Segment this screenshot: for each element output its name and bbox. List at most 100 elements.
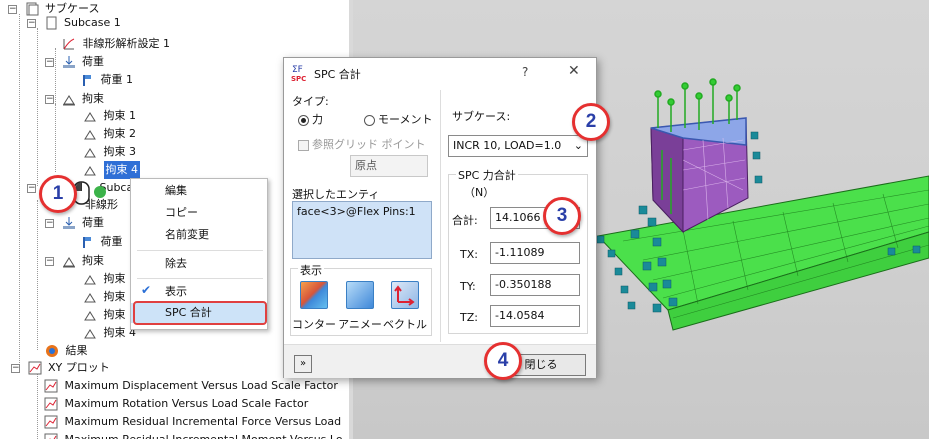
constraint-icon bbox=[83, 127, 97, 141]
menu-separator bbox=[137, 278, 263, 279]
tree-item-constraint[interactable]: 拘束 bbox=[83, 270, 126, 288]
constraint-icon bbox=[83, 326, 97, 340]
collapse-toggle-icon[interactable]: − bbox=[45, 218, 54, 228]
menu-item-remove[interactable]: 除去 bbox=[131, 254, 267, 274]
tree-item-load-1[interactable]: 荷重 1 bbox=[80, 71, 133, 89]
tz-value: -14.0584 bbox=[490, 305, 580, 327]
tree-item-xy-plot[interactable]: Maximum Displacement Versus Load Scale F… bbox=[44, 377, 338, 395]
collapse-toggle-icon[interactable]: − bbox=[27, 18, 36, 28]
constraint-icon bbox=[83, 109, 97, 123]
load-flag-icon bbox=[80, 73, 94, 87]
radio-moment-label: モーメント bbox=[378, 113, 433, 126]
tree-item-label: 拘束 bbox=[82, 92, 104, 105]
document-icon bbox=[44, 16, 58, 30]
subcase-select[interactable]: INCR 10, LOAD=1.0 ⌄ bbox=[448, 135, 588, 157]
tree-item-xy-plot[interactable]: Maximum Residual Incremental Moment Vers… bbox=[44, 431, 343, 439]
tree-guide-line bbox=[37, 372, 38, 439]
collapse-toggle-icon[interactable]: − bbox=[45, 94, 54, 104]
tx-value: -1.11089 bbox=[490, 242, 580, 264]
menu-item-rename[interactable]: 名前変更 bbox=[131, 225, 267, 245]
callout-2: 2 bbox=[572, 103, 610, 141]
tree-item-constraint-2[interactable]: 拘束 2 bbox=[83, 125, 136, 143]
menu-separator bbox=[137, 250, 263, 251]
tree-guide-line bbox=[55, 104, 56, 172]
tree-item-label: 荷重 1 bbox=[100, 73, 134, 86]
selected-entity-label: 選択したエンティ bbox=[292, 188, 380, 201]
load-icon bbox=[62, 55, 76, 69]
tree-item-xy-plot[interactable]: Maximum Rotation Versus Load Scale Facto… bbox=[44, 395, 308, 413]
close-icon[interactable]: ✕ bbox=[568, 63, 580, 79]
results-icon bbox=[45, 344, 59, 358]
menu-item-edit[interactable]: 編集 bbox=[131, 181, 267, 201]
constraint-icon bbox=[83, 272, 97, 286]
radio-moment[interactable]: モーメント bbox=[364, 111, 433, 127]
ref-grid-point-checkbox[interactable]: 参照グリッド ポイント bbox=[298, 136, 426, 152]
tree-item-label: 荷重 bbox=[100, 235, 123, 248]
tree-item-label: 拘束 bbox=[82, 254, 104, 267]
tree-item-xy-plots[interactable]: − XY プロット bbox=[11, 359, 110, 377]
tree-item-label: 荷重 bbox=[82, 55, 104, 68]
menu-item-copy[interactable]: コピー bbox=[131, 203, 267, 223]
subcase-label: サブケース: bbox=[452, 110, 511, 123]
tree-item-label: XY プロット bbox=[48, 361, 110, 374]
tree-item-loads-2[interactable]: − 荷重 bbox=[45, 214, 104, 232]
tree-item-label: Maximum Residual Incremental Moment Vers… bbox=[65, 431, 343, 439]
radio-force[interactable]: 力 bbox=[298, 111, 323, 127]
animate-button[interactable] bbox=[346, 281, 374, 309]
spc-force-group-title: SPC 力合計 bbox=[456, 167, 518, 183]
tree-item-constraints-2[interactable]: − 拘束 bbox=[45, 252, 104, 270]
constraint-icon bbox=[83, 145, 97, 159]
ty-label: TY: bbox=[460, 280, 476, 293]
collapse-toggle-icon[interactable]: − bbox=[45, 57, 54, 67]
menu-item-show[interactable]: 表示 bbox=[131, 282, 267, 302]
tree-item-results[interactable]: 結果 bbox=[45, 342, 88, 360]
tree-item-label: 荷重 bbox=[82, 216, 104, 229]
tree-item-constraint[interactable]: 拘束 bbox=[83, 288, 126, 306]
tree-item-label: 非線形解析設定 1 bbox=[82, 37, 171, 50]
tree-item-label: 拘束 bbox=[103, 308, 126, 321]
tree-item-constraint-4-selected[interactable]: 拘束 4 bbox=[83, 161, 140, 179]
tree-item-label: 拘束 bbox=[103, 290, 126, 303]
origin-field[interactable]: 原点 bbox=[350, 155, 428, 177]
column-divider bbox=[440, 90, 441, 342]
tree-item-label: Maximum Residual Incremental Force Versu… bbox=[64, 415, 342, 428]
subcase-select-value: INCR 10, LOAD=1.0 bbox=[453, 139, 562, 152]
xy-plot-icon bbox=[44, 397, 58, 411]
xy-plot-icon bbox=[28, 361, 42, 375]
help-icon[interactable]: ? bbox=[522, 65, 528, 79]
collapse-toggle-icon[interactable]: − bbox=[11, 363, 20, 373]
selected-entity-list[interactable]: face<3>@Flex Pins:1 bbox=[292, 201, 432, 259]
tree-item-xy-plot[interactable]: Maximum Residual Incremental Force Versu… bbox=[44, 413, 341, 431]
tree-item-subcase-1[interactable]: − Subcase 1 bbox=[27, 14, 121, 32]
xy-plot-icon bbox=[44, 379, 58, 393]
xy-plot-icon bbox=[44, 415, 58, 429]
contour-button[interactable] bbox=[300, 281, 328, 309]
tree-item-constraint-4-b[interactable]: 拘束 4 bbox=[83, 324, 136, 342]
tree-item-label: Maximum Rotation Versus Load Scale Facto… bbox=[64, 397, 309, 410]
ty-value: -0.350188 bbox=[490, 274, 580, 296]
callout-3: 3 bbox=[543, 197, 581, 235]
tree-item-load-2[interactable]: 荷重 bbox=[80, 233, 123, 251]
tree-item-constraint-1[interactable]: 拘束 1 bbox=[83, 107, 136, 125]
vector-button[interactable] bbox=[391, 281, 419, 309]
tz-label: TZ: bbox=[460, 311, 478, 324]
radio-off-icon bbox=[364, 114, 375, 126]
collapse-toggle-icon[interactable]: − bbox=[8, 4, 17, 14]
svg-text:SPC: SPC bbox=[291, 75, 306, 83]
nonlinear-curve-icon bbox=[62, 37, 76, 51]
vector-label: ベクトル bbox=[383, 318, 427, 331]
tx-label: TX: bbox=[460, 248, 478, 261]
dialog-titlebar[interactable]: ΣF SPC SPC 合計 ? ✕ bbox=[284, 58, 596, 88]
constraint-icon bbox=[62, 92, 76, 106]
collapse-button[interactable]: » bbox=[294, 355, 312, 373]
type-label: タイプ: bbox=[292, 95, 329, 108]
tree-item-constraints[interactable]: − 拘束 bbox=[45, 90, 104, 108]
tree-item-constraint-3[interactable]: 拘束 3 bbox=[83, 143, 136, 161]
collapse-toggle-icon[interactable]: − bbox=[45, 256, 54, 266]
tree-item-nonlinear-settings[interactable]: 非線形解析設定 1 bbox=[62, 35, 170, 53]
tree-item-constraint[interactable]: 拘束 bbox=[83, 306, 126, 324]
checkbox-icon bbox=[298, 139, 309, 151]
tree-item-loads[interactable]: − 荷重 bbox=[45, 53, 104, 71]
collapse-toggle-icon[interactable]: − bbox=[27, 183, 36, 193]
callout-4: 4 bbox=[484, 342, 522, 380]
